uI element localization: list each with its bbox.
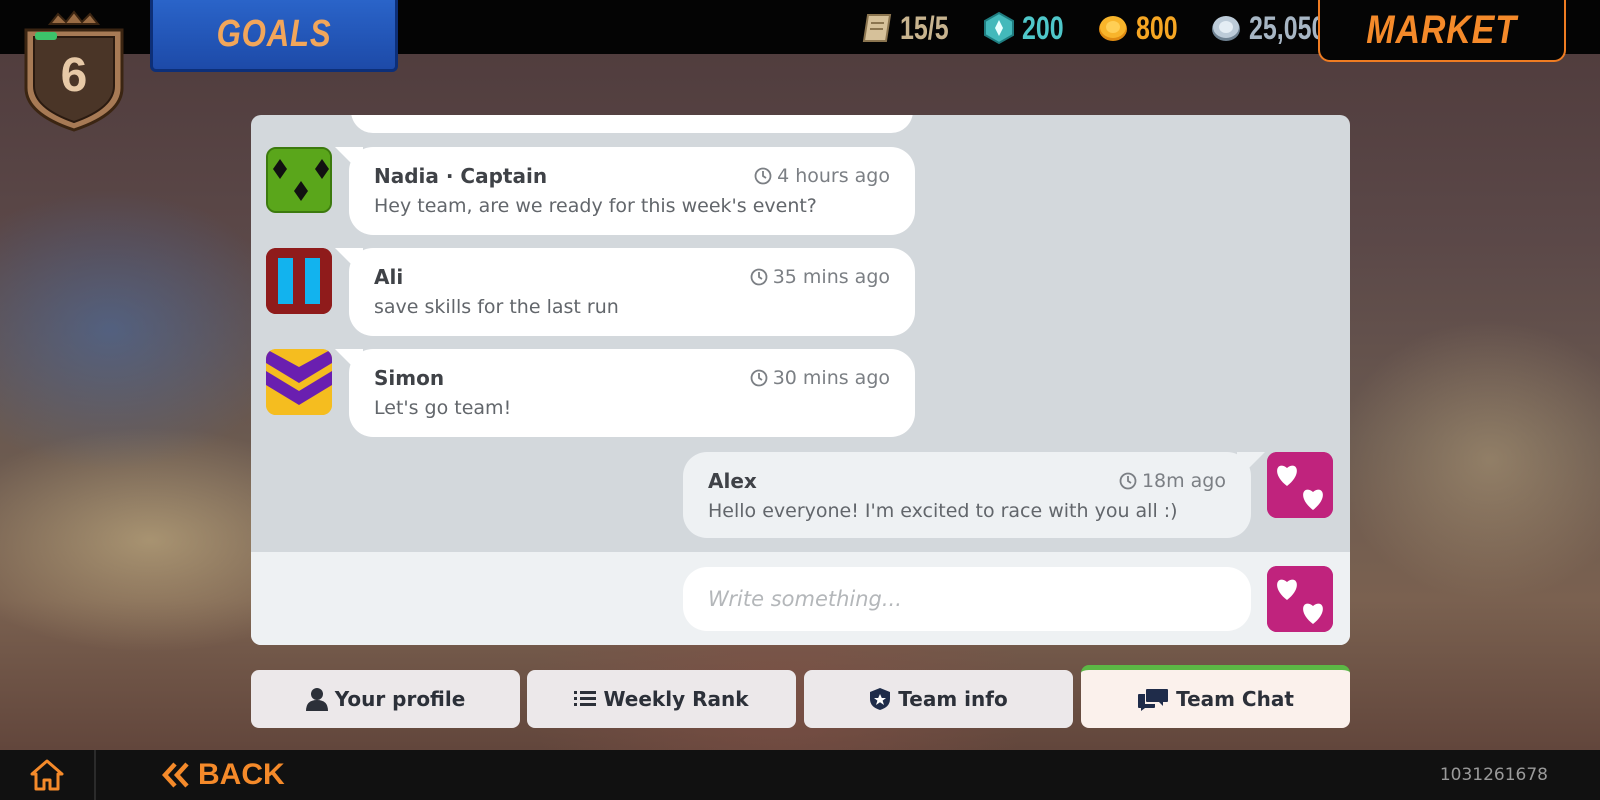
shield-icon	[870, 688, 891, 710]
team-tabs: Your profile Weekly Rank Team info Team …	[251, 665, 1350, 728]
message-text: save skills for the last run	[374, 296, 619, 318]
tab-your-profile[interactable]: Your profile	[251, 670, 520, 728]
home-icon	[30, 759, 64, 791]
bottom-bar: BACK 1031261678	[0, 750, 1600, 800]
clock-icon	[750, 369, 768, 387]
message-text: Hello everyone! I'm excited to race with…	[708, 500, 1178, 522]
clock-icon	[750, 268, 768, 286]
message-bubble: Ali 35 mins ago save skills for the last…	[335, 248, 915, 336]
sender-name: Ali	[374, 265, 404, 289]
back-button[interactable]: BACK	[162, 750, 285, 800]
home-button[interactable]	[0, 750, 96, 800]
currency-gems[interactable]: 200	[982, 10, 1075, 47]
goals-label: GOALS	[216, 13, 332, 55]
chat-message-input[interactable]	[683, 567, 1251, 631]
message-text: Let's go team!	[374, 397, 512, 419]
pink-hearts-avatar	[1267, 566, 1333, 632]
currency-bar: 15/5 200 800 25,050	[860, 6, 1367, 50]
chat-icon	[1138, 689, 1169, 711]
currency-tickets[interactable]: 15/5	[860, 10, 962, 47]
message-bubble: Simon 30 mins ago Let's go team!	[335, 349, 915, 437]
message-bubble: Nadia · Captain 4 hours ago Hey team, ar…	[335, 147, 915, 235]
compose-area	[251, 552, 1350, 645]
market-button[interactable]: MARKET	[1318, 0, 1566, 62]
goals-button[interactable]: GOALS	[150, 0, 398, 72]
team-chat-panel[interactable]: Nadia · Captain 4 hours ago Hey team, ar…	[251, 115, 1350, 645]
gold-coin-icon	[1096, 11, 1130, 45]
message-text: Hey team, are we ready for this week's e…	[374, 195, 817, 217]
tab-team-info[interactable]: Team info	[804, 670, 1073, 728]
message-time: 30 mins ago	[750, 367, 890, 389]
clock-icon	[754, 167, 772, 185]
double-chevron-left-icon	[162, 762, 189, 788]
silver-value: 25,050	[1249, 9, 1326, 46]
message-time: 18m ago	[1119, 470, 1226, 492]
build-id: 1031261678	[1439, 765, 1548, 785]
tickets-value: 15/5	[900, 9, 949, 46]
level-number: 6	[60, 49, 88, 102]
gems-value: 200	[1022, 9, 1064, 46]
message-time: 35 mins ago	[750, 266, 890, 288]
sender-name: Alex	[708, 469, 757, 493]
level-badge[interactable]: 6	[20, 10, 128, 132]
red-blue-stripes-avatar	[266, 248, 332, 314]
tab-weekly-rank[interactable]: Weekly Rank	[527, 670, 796, 728]
sender-name: Nadia · Captain	[374, 164, 548, 188]
purple-chevron-avatar	[266, 349, 332, 415]
message-time: 4 hours ago	[754, 165, 890, 187]
gold-value: 800	[1135, 9, 1178, 46]
clock-icon	[1119, 472, 1137, 490]
market-label: MARKET	[1366, 7, 1518, 52]
tab-team-chat[interactable]: Team Chat	[1081, 665, 1350, 728]
person-icon	[305, 688, 328, 711]
message-bubble: Alex 18m ago Hello everyone! I'm excited…	[683, 452, 1265, 538]
previous-message-bubble	[351, 115, 913, 133]
ticket-icon	[860, 11, 894, 45]
green-diamonds-avatar	[266, 147, 332, 213]
silver-coin-icon	[1209, 11, 1243, 45]
pink-hearts-avatar	[1267, 452, 1333, 518]
back-label: BACK	[198, 758, 285, 791]
gem-icon	[982, 11, 1016, 45]
currency-gold[interactable]: 800	[1096, 10, 1189, 47]
list-icon	[574, 691, 597, 706]
sender-name: Simon	[374, 366, 445, 390]
